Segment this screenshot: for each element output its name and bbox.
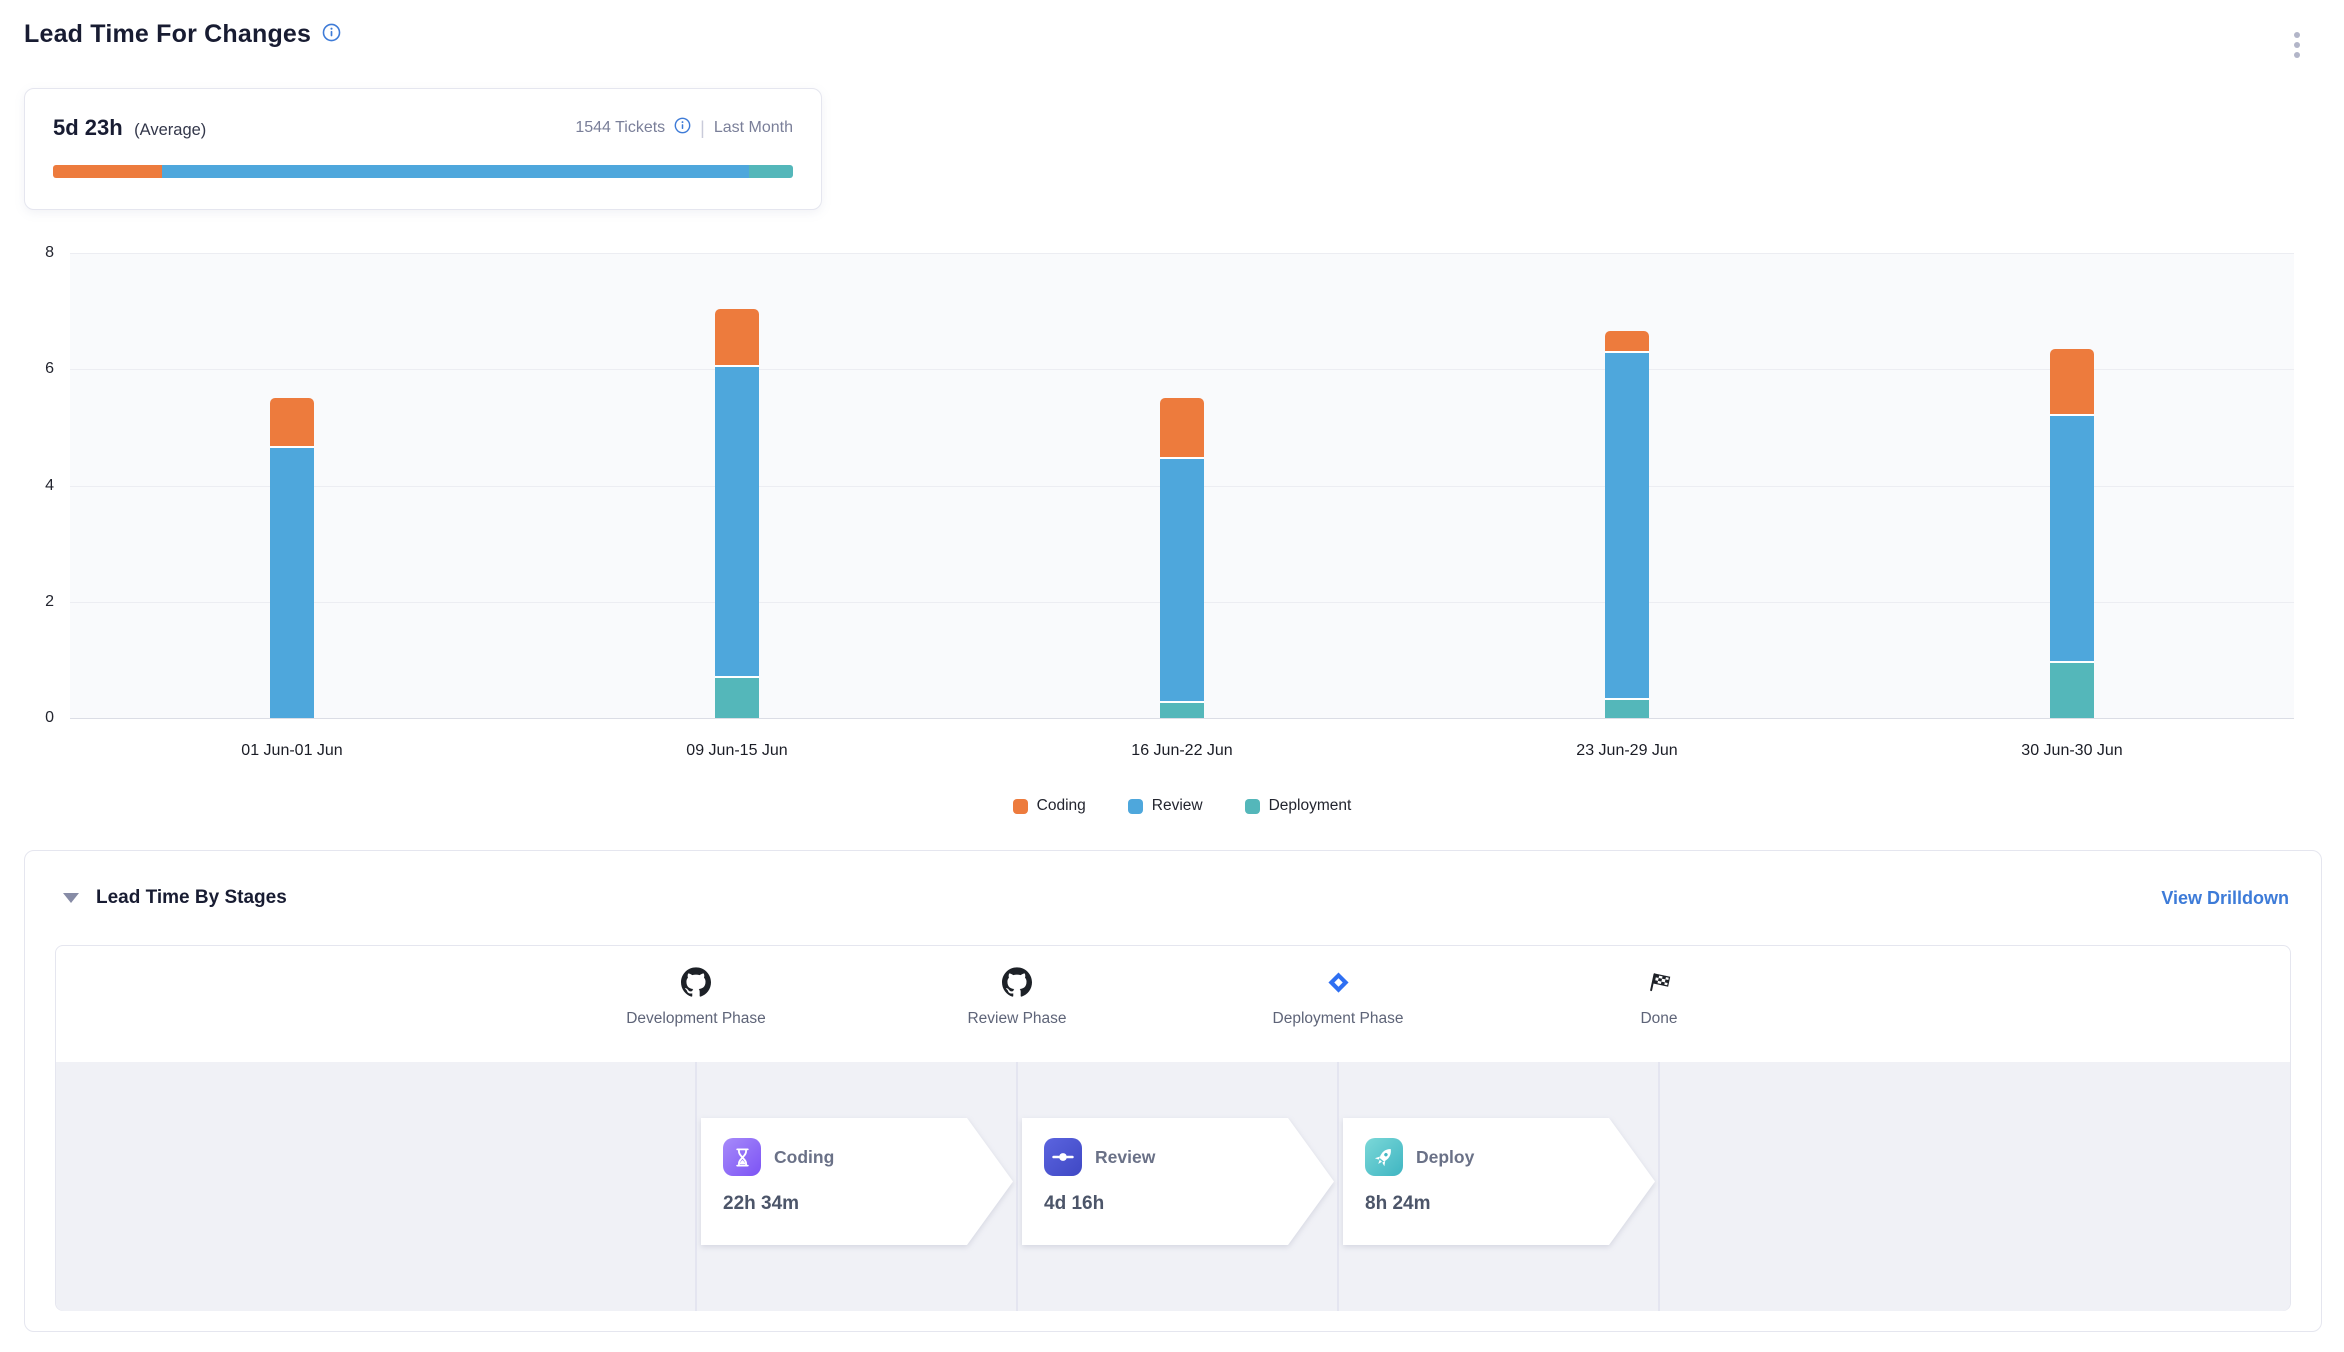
- gridline-y-0: [70, 718, 2294, 719]
- hourglass-icon: [723, 1138, 761, 1176]
- y-axis-tick-label: 2: [6, 591, 54, 613]
- average-lead-time-card: 5d 23h (Average) 1544 Tickets | Last Mon…: [24, 88, 822, 210]
- phase-label: Development Phase: [586, 1010, 806, 1028]
- bar-segment-coding-2[interactable]: [1160, 398, 1204, 459]
- x-axis-category-label: 09 Jun-15 Jun: [622, 742, 852, 760]
- kebab-menu-icon[interactable]: [2290, 28, 2304, 62]
- legend-item-deployment[interactable]: Deployment: [1245, 797, 1352, 815]
- bar-segment-deployment-1[interactable]: [715, 678, 759, 718]
- stages-body: Coding 22h 34m Review 4d 16h Deploy 8h 24m: [56, 1062, 2290, 1311]
- progress-segment-coding: [53, 165, 162, 178]
- bar-segment-review-2[interactable]: [1160, 459, 1204, 703]
- lead-time-for-changes-page: Lead Time For Changes 5d 23h (Average) 1…: [0, 0, 2344, 1352]
- separator: |: [700, 118, 705, 139]
- collapse-caret-icon[interactable]: [63, 893, 79, 903]
- page-header: Lead Time For Changes: [24, 20, 341, 49]
- info-icon[interactable]: [322, 23, 341, 47]
- average-group: 5d 23h (Average): [53, 115, 206, 141]
- bar-segment-coding-3[interactable]: [1605, 331, 1649, 353]
- average-label: (Average): [134, 121, 206, 139]
- x-axis-category-label: 23 Jun-29 Jun: [1512, 742, 1742, 760]
- github-icon: [586, 966, 806, 998]
- legend-item-review[interactable]: Review: [1128, 797, 1203, 815]
- period-label: Last Month: [714, 119, 793, 137]
- stage-card-arrow: Deploy 8h 24m: [1343, 1118, 1655, 1245]
- bar-segment-review-4[interactable]: [2050, 416, 2094, 663]
- x-axis-category-label: 01 Jun-01 Jun: [177, 742, 407, 760]
- stage-card-arrow: Coding 22h 34m: [701, 1118, 1013, 1245]
- stage-card-title: Deploy: [1416, 1147, 1474, 1168]
- x-axis-category-label: 16 Jun-22 Jun: [1067, 742, 1297, 760]
- stage-card-title: Review: [1095, 1147, 1155, 1168]
- info-icon[interactable]: [674, 117, 691, 139]
- stage-card-deploy[interactable]: Deploy 8h 24m: [1343, 1118, 1655, 1245]
- progress-segment-deployment: [749, 165, 793, 178]
- bar-segment-review-1[interactable]: [715, 367, 759, 678]
- gridline-y-6: [70, 369, 2294, 370]
- rocket-icon: [1365, 1138, 1403, 1176]
- y-axis-tick-label: 8: [6, 242, 54, 264]
- stage-card-duration: 22h 34m: [723, 1193, 991, 1215]
- legend-swatch-icon: [1245, 799, 1260, 814]
- bar-segment-review-3[interactable]: [1605, 353, 1649, 700]
- legend-swatch-icon: [1128, 799, 1143, 814]
- bar-segment-deployment-2[interactable]: [1160, 703, 1204, 718]
- legend-label: Deployment: [1269, 797, 1352, 815]
- phase-label: Review Phase: [907, 1010, 1127, 1028]
- y-axis-tick-label: 4: [6, 475, 54, 497]
- bar-segment-deployment-4[interactable]: [2050, 663, 2094, 718]
- y-axis-tick-label: 6: [6, 358, 54, 380]
- stages-header: Lead Time By Stages View Drilldown: [63, 887, 2289, 909]
- stages-title: Lead Time By Stages: [96, 887, 287, 909]
- legend-item-coding[interactable]: Coding: [1013, 797, 1086, 815]
- git-commit-icon: [1044, 1138, 1082, 1176]
- phase-deployment-phase: Deployment Phase: [1228, 966, 1448, 1028]
- lead-time-by-stages-panel: Lead Time By Stages View Drilldown Devel…: [24, 850, 2322, 1332]
- average-value: 5d 23h: [53, 115, 123, 140]
- summary-progress-bar: [53, 165, 793, 178]
- x-axis-category-label: 30 Jun-30 Jun: [1957, 742, 2187, 760]
- phase-label: Done: [1549, 1010, 1769, 1028]
- tickets-count: 1544 Tickets: [575, 119, 665, 137]
- gridline-y-8: [70, 253, 2294, 254]
- phase-label: Deployment Phase: [1228, 1010, 1448, 1028]
- stage-card-duration: 4d 16h: [1044, 1193, 1312, 1215]
- column-divider: [1016, 1062, 1018, 1311]
- bar-segment-review-0[interactable]: [270, 448, 314, 718]
- y-axis-tick-label: 0: [6, 707, 54, 729]
- chart-legend: Coding Review Deployment: [70, 797, 2294, 815]
- column-divider: [1658, 1062, 1660, 1311]
- legend-label: Review: [1152, 797, 1203, 815]
- bar-segment-coding-1[interactable]: [715, 309, 759, 367]
- phase-done: Done: [1549, 966, 1769, 1028]
- checkered-flag-icon: [1549, 966, 1769, 998]
- stage-card-title: Coding: [774, 1147, 834, 1168]
- phase-review-phase: Review Phase: [907, 966, 1127, 1028]
- legend-swatch-icon: [1013, 799, 1028, 814]
- bar-segment-deployment-3[interactable]: [1605, 700, 1649, 718]
- diamond-icon: [1228, 966, 1448, 998]
- progress-segment-review: [162, 165, 750, 178]
- stage-card-review[interactable]: Review 4d 16h: [1022, 1118, 1334, 1245]
- bar-segment-coding-0[interactable]: [270, 398, 314, 447]
- bar-segment-coding-4[interactable]: [2050, 349, 2094, 416]
- stage-card-duration: 8h 24m: [1365, 1193, 1633, 1215]
- stage-card-coding[interactable]: Coding 22h 34m: [701, 1118, 1013, 1245]
- column-divider: [1337, 1062, 1339, 1311]
- github-icon: [907, 966, 1127, 998]
- phase-development-phase: Development Phase: [586, 966, 806, 1028]
- legend-label: Coding: [1037, 797, 1086, 815]
- view-drilldown-link[interactable]: View Drilldown: [2161, 888, 2289, 909]
- page-title: Lead Time For Changes: [24, 20, 311, 49]
- stages-table: Development Phase Review Phase Deployment …: [55, 945, 2291, 1311]
- column-divider: [695, 1062, 697, 1311]
- stage-card-arrow: Review 4d 16h: [1022, 1118, 1334, 1245]
